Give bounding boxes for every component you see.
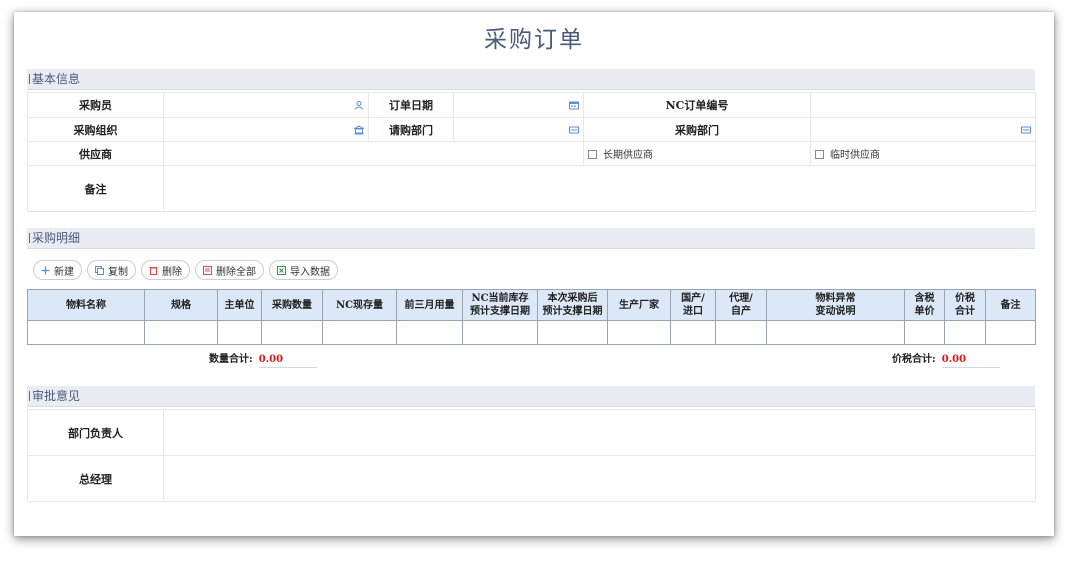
detail-table: 物料名称 规格 主单位 采购数量 NC现存量 前三月用量 NC当前库存 预计支撑… bbox=[27, 289, 1036, 345]
purchase-dept-field[interactable] bbox=[810, 117, 1036, 142]
import-button[interactable]: 导入数据 bbox=[269, 260, 338, 280]
tax-total: 价税合计: 0.00 bbox=[892, 350, 1000, 368]
approval-grid: 部门负责人 总经理 bbox=[27, 409, 1036, 502]
gm-opinion-field[interactable] bbox=[163, 455, 1036, 502]
col-header: 生产厂家 bbox=[607, 289, 671, 321]
col-header: 国产/ 进口 bbox=[670, 289, 716, 321]
col-header: 价税 合计 bbox=[944, 289, 986, 321]
section-approval: 审批意见 bbox=[27, 386, 1035, 407]
section-marker bbox=[29, 233, 30, 243]
calendar-icon[interactable] bbox=[569, 101, 579, 110]
purchaser-field[interactable] bbox=[163, 92, 369, 118]
department-icon[interactable] bbox=[1021, 125, 1031, 134]
basic-info-grid: 采购员 订单日期 NC订单编号 采购组织 请购部门 采购部门 供应商 长期供应商… bbox=[27, 92, 1036, 212]
purchase-org-field[interactable] bbox=[163, 117, 369, 142]
tax-total-value: 0.00 bbox=[941, 354, 1000, 368]
page-title: 采购订单 bbox=[484, 27, 584, 53]
remarks-field[interactable] bbox=[163, 165, 1036, 212]
col-header: NC当前库存 预计支撑日期 bbox=[462, 289, 538, 321]
temp-supplier-label: 临时供应商 bbox=[830, 150, 880, 161]
col-header: 前三月用量 bbox=[396, 289, 463, 321]
plus-icon bbox=[41, 266, 50, 274]
table-cell[interactable] bbox=[27, 320, 145, 345]
supplier-label: 供应商 bbox=[27, 141, 164, 166]
long-term-supplier-option[interactable]: 长期供应商 bbox=[583, 141, 811, 166]
table-row bbox=[27, 320, 1036, 345]
request-dept-label: 请购部门 bbox=[368, 117, 454, 142]
request-dept-field[interactable] bbox=[453, 117, 584, 142]
table-cell[interactable] bbox=[944, 320, 986, 345]
trash-icon bbox=[149, 266, 158, 275]
table-cell[interactable] bbox=[607, 320, 671, 345]
col-header: 规格 bbox=[144, 289, 218, 321]
section-purchase-detail: 采购明细 bbox=[27, 228, 1035, 249]
delete-all-button-label: 删除全部 bbox=[216, 266, 256, 278]
col-header: 物料名称 bbox=[27, 289, 145, 321]
copy-button[interactable]: 复制 bbox=[87, 260, 136, 280]
table-cell[interactable] bbox=[261, 320, 323, 345]
nc-order-no-label: NC订单编号 bbox=[583, 92, 811, 118]
table-cell[interactable] bbox=[715, 320, 767, 345]
copy-button-label: 复制 bbox=[108, 266, 128, 278]
col-header: NC现存量 bbox=[322, 289, 397, 321]
department-icon[interactable] bbox=[569, 125, 579, 134]
col-header: 备注 bbox=[985, 289, 1036, 321]
col-header: 主单位 bbox=[217, 289, 262, 321]
excel-import-icon bbox=[277, 265, 286, 275]
table-cell[interactable] bbox=[217, 320, 262, 345]
detail-toolbar: 新建 复制 删除 删除全部 导入数据 bbox=[33, 260, 338, 280]
table-cell[interactable] bbox=[904, 320, 945, 345]
purchase-dept-label: 采购部门 bbox=[583, 117, 811, 142]
section-marker bbox=[29, 74, 30, 84]
temp-supplier-option[interactable]: 临时供应商 bbox=[810, 141, 1036, 166]
delete-button-label: 删除 bbox=[162, 266, 182, 278]
remarks-label: 备注 bbox=[27, 165, 164, 212]
nc-order-no-field[interactable] bbox=[810, 92, 1036, 118]
long-term-supplier-label: 长期供应商 bbox=[603, 150, 653, 161]
table-cell[interactable] bbox=[766, 320, 905, 345]
table-cell[interactable] bbox=[670, 320, 716, 345]
detail-header-row: 物料名称 规格 主单位 采购数量 NC现存量 前三月用量 NC当前库存 预计支撑… bbox=[27, 289, 1036, 321]
qty-total-value: 0.00 bbox=[258, 354, 317, 368]
order-date-field[interactable] bbox=[453, 92, 584, 118]
dept-head-label: 部门负责人 bbox=[27, 409, 164, 456]
copy-icon bbox=[95, 265, 104, 275]
section-purchase-detail-title: 采购明细 bbox=[32, 231, 81, 245]
qty-total-label: 数量合计: bbox=[209, 354, 253, 365]
table-cell[interactable] bbox=[396, 320, 463, 345]
qty-total: 数量合计: 0.00 bbox=[209, 350, 317, 368]
supplier-field[interactable] bbox=[163, 141, 584, 166]
user-select-icon[interactable] bbox=[354, 101, 364, 110]
table-cell[interactable] bbox=[985, 320, 1036, 345]
col-header: 采购数量 bbox=[261, 289, 323, 321]
gm-label: 总经理 bbox=[27, 455, 164, 502]
long-term-supplier-checkbox[interactable] bbox=[588, 150, 597, 159]
new-button-label: 新建 bbox=[54, 266, 74, 278]
delete-button[interactable]: 删除 bbox=[141, 260, 190, 280]
col-header: 物料异常 变动说明 bbox=[766, 289, 905, 321]
import-button-label: 导入数据 bbox=[290, 266, 330, 278]
order-date-label: 订单日期 bbox=[368, 92, 454, 118]
purchase-order-form: 采购订单 基本信息 采购员 订单日期 NC订单编号 采购组织 请购部门 采购部门… bbox=[14, 12, 1054, 536]
col-header: 含税 单价 bbox=[904, 289, 945, 321]
table-cell[interactable] bbox=[537, 320, 608, 345]
section-approval-title: 审批意见 bbox=[32, 389, 81, 403]
section-basic-info-title: 基本信息 bbox=[32, 72, 81, 86]
purchase-org-label: 采购组织 bbox=[27, 117, 164, 142]
delete-all-button[interactable]: 删除全部 bbox=[195, 260, 264, 280]
table-cell[interactable] bbox=[462, 320, 538, 345]
new-button[interactable]: 新建 bbox=[33, 260, 82, 280]
table-cell[interactable] bbox=[144, 320, 218, 345]
section-marker bbox=[29, 391, 30, 401]
organization-icon[interactable] bbox=[354, 125, 364, 134]
table-cell[interactable] bbox=[322, 320, 397, 345]
purchaser-label: 采购员 bbox=[27, 92, 164, 118]
dept-head-opinion-field[interactable] bbox=[163, 409, 1036, 456]
col-header: 本次采购后 预计支撑日期 bbox=[537, 289, 608, 321]
temp-supplier-checkbox[interactable] bbox=[815, 150, 824, 159]
col-header: 代理/ 自产 bbox=[715, 289, 767, 321]
section-basic-info: 基本信息 bbox=[27, 69, 1035, 90]
delete-all-icon bbox=[203, 265, 212, 275]
tax-total-label: 价税合计: bbox=[892, 354, 936, 365]
